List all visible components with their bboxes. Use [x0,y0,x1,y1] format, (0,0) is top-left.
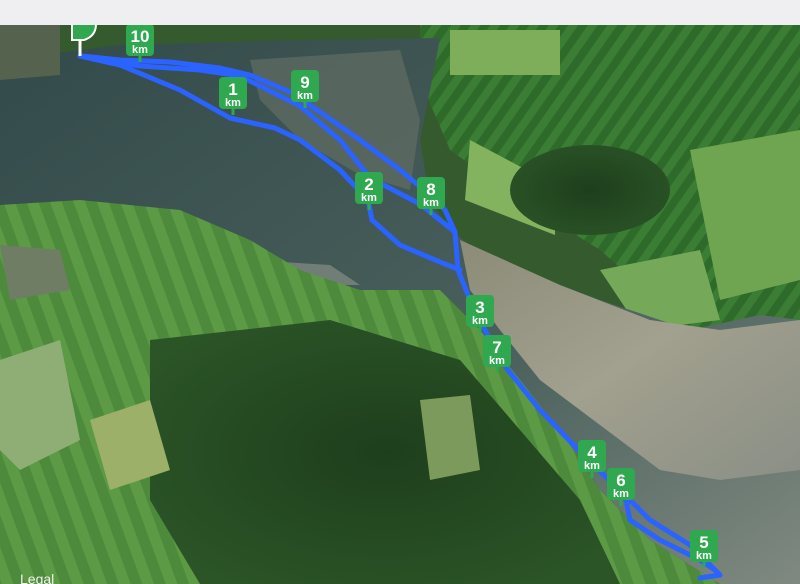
km-marker-unit: km [225,97,241,109]
field-pale-3 [420,395,480,480]
status-bar-area [0,0,800,25]
km-marker-unit: km [361,192,377,204]
field-light-1 [450,30,560,75]
satellite-map[interactable]: 10 km 1 km 9 km 2 km 8 km 3 km 7 km 4 km… [0,25,800,584]
village-west [0,245,70,300]
km-marker-unit: km [696,550,712,562]
km-marker-unit: km [423,197,439,209]
woods-northeast [510,145,670,235]
km-marker-unit: km [584,460,600,472]
km-marker-unit: km [489,355,505,367]
km-marker-unit: km [613,488,629,500]
legal-link[interactable]: Legal [20,571,54,584]
map-app: 10 km 1 km 9 km 2 km 8 km 3 km 7 km 4 km… [0,0,800,584]
km-marker-unit: km [297,90,313,102]
km-marker-unit: km [472,315,488,327]
km-marker-unit: km [132,44,148,56]
village-north [0,25,60,80]
